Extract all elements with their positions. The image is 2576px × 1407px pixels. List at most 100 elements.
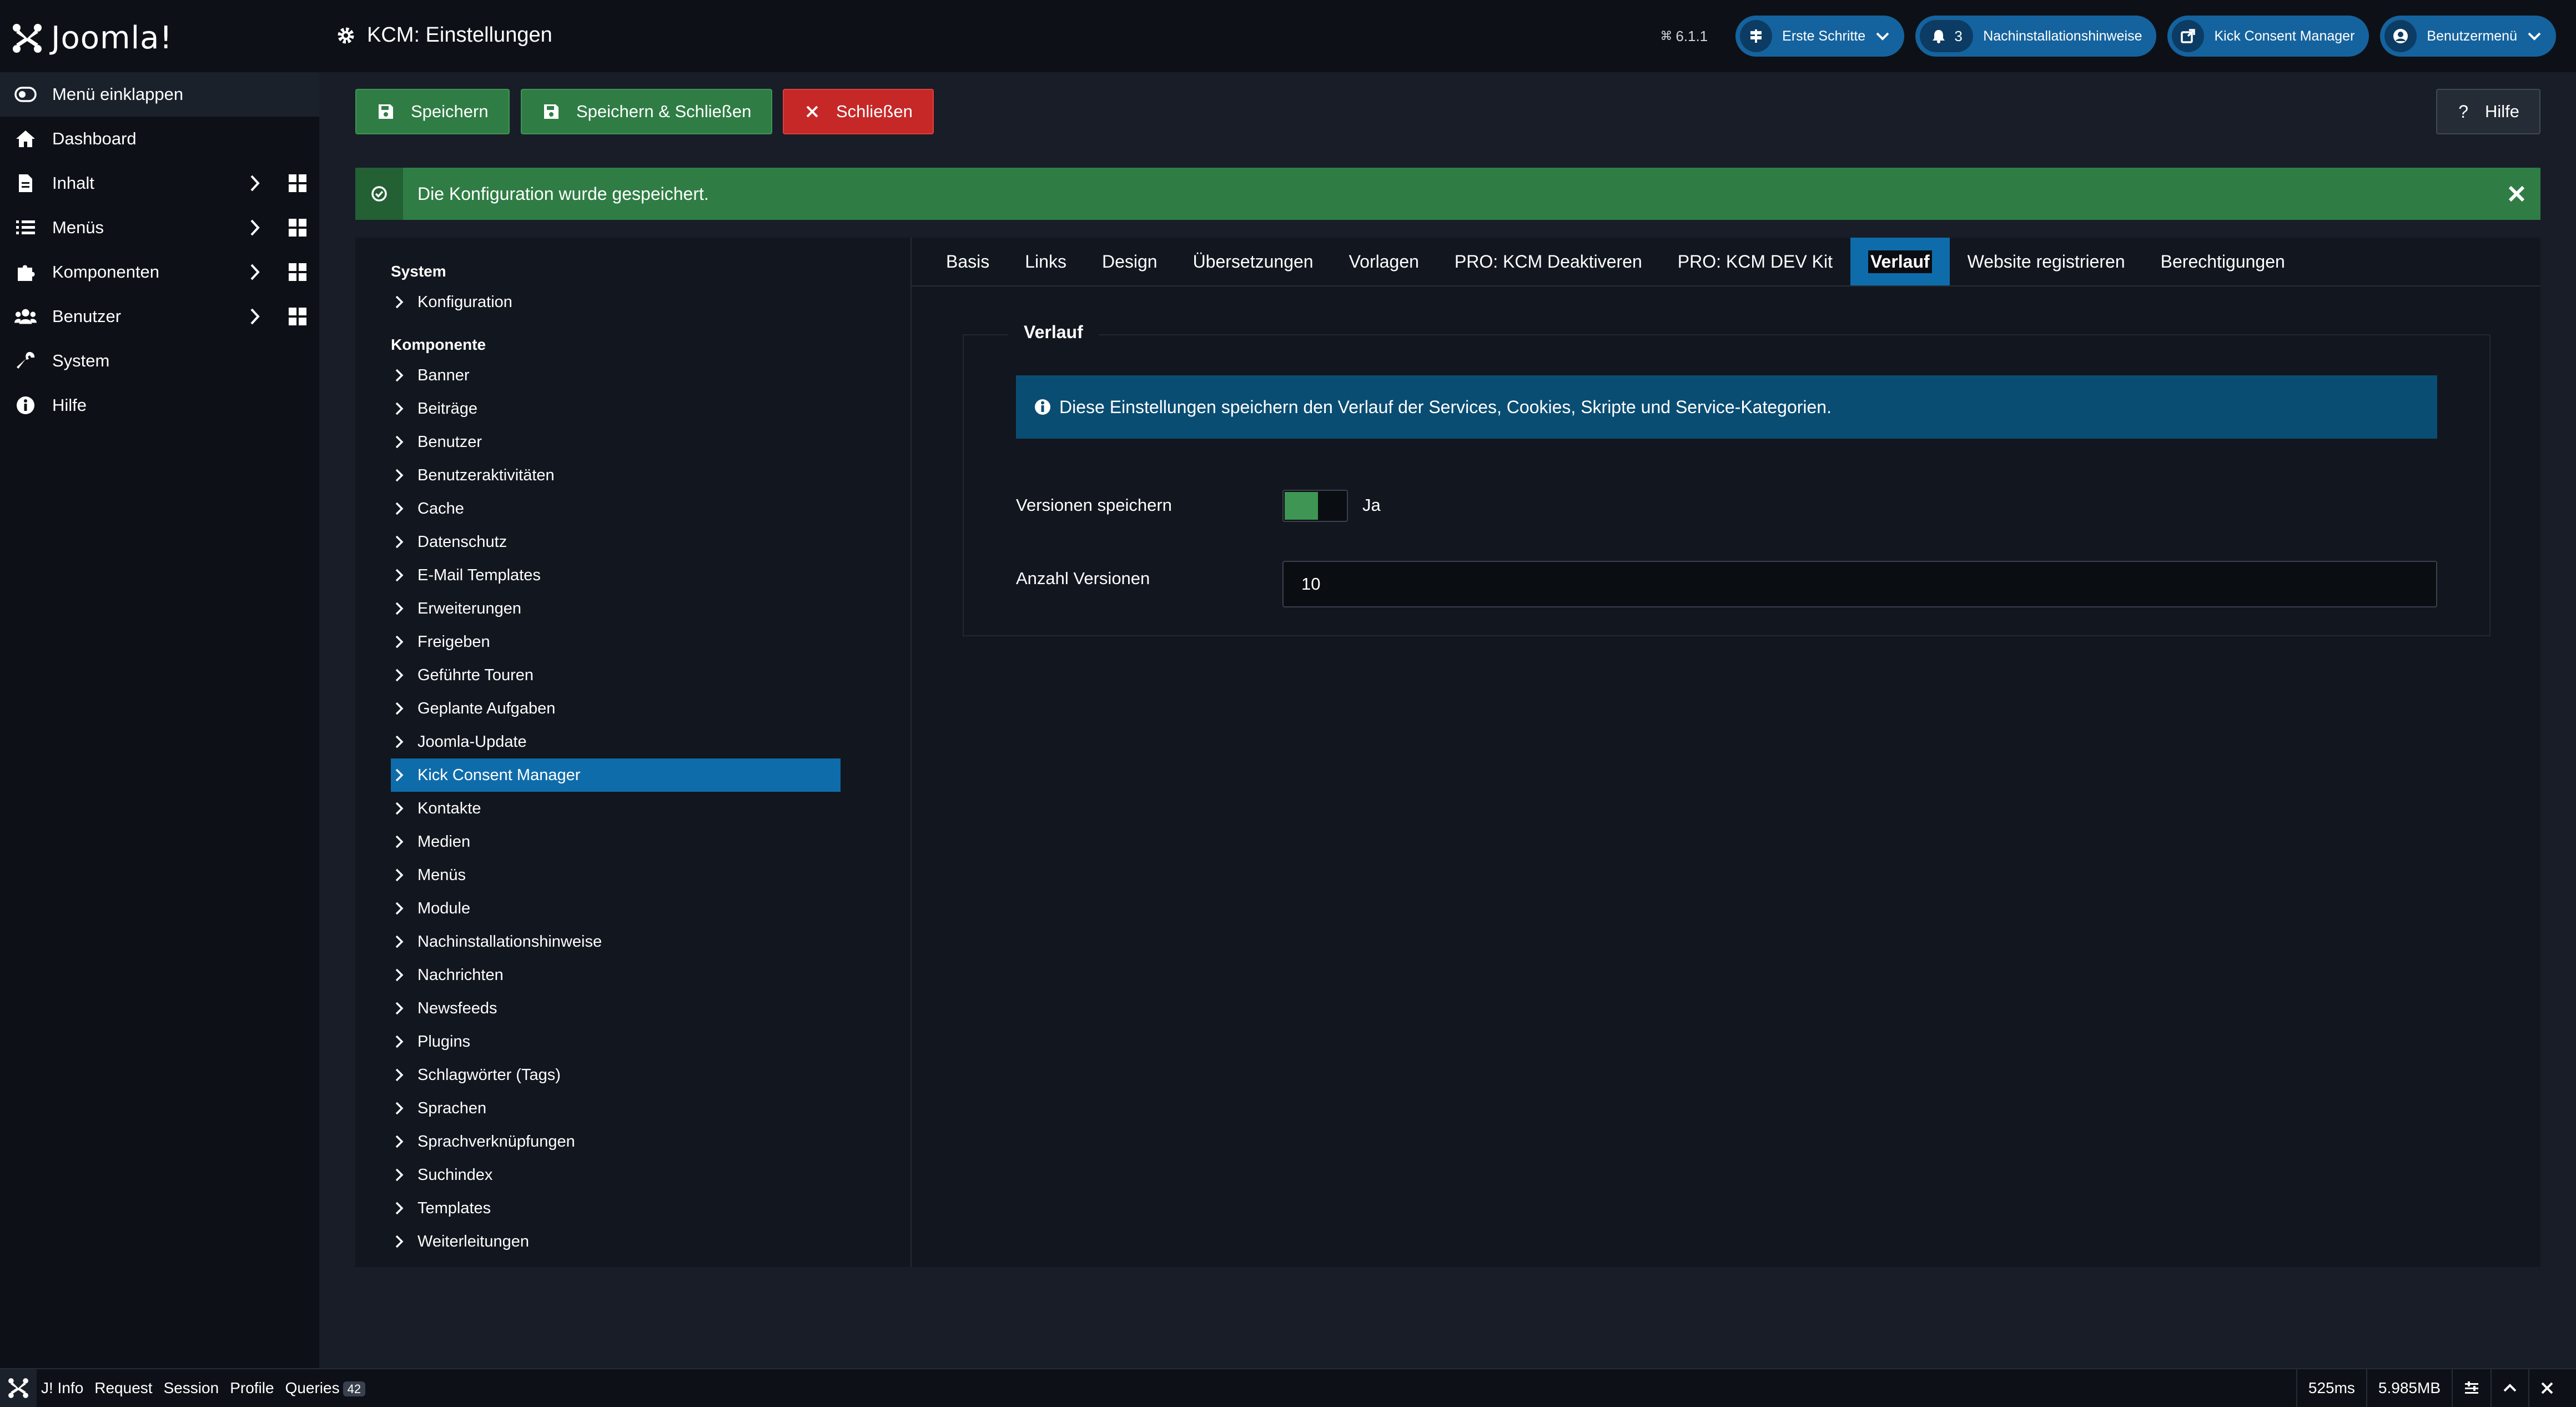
save-versions-label: Versionen speichern (1016, 495, 1172, 515)
grid-icon[interactable] (288, 262, 308, 282)
tree-item[interactable]: Suchindex (391, 1158, 841, 1192)
tab-links[interactable]: Links (1007, 238, 1084, 285)
tree-item[interactable]: Nachinstallationshinweise (391, 925, 841, 958)
sidebar-item-components[interactable]: Komponenten (0, 250, 319, 294)
tab-verlauf[interactable]: Verlauf (1850, 238, 1950, 285)
post-install-label: Nachinstallationshinweise (1983, 28, 2142, 44)
tab-website-registrieren[interactable]: Website registrieren (1950, 238, 2143, 285)
tree-item[interactable]: Menüs (391, 858, 841, 892)
tab-label: Basis (946, 251, 990, 272)
tree-item[interactable]: Nachrichten (391, 958, 841, 992)
getting-started-button[interactable]: Erste Schritte (1735, 16, 1905, 57)
tree-item[interactable]: Kick Consent Manager (391, 758, 841, 792)
external-link-icon (2172, 20, 2205, 52)
sidebar-item-help[interactable]: Hilfe (0, 383, 319, 428)
debug-tab-info[interactable]: J! Info (41, 1379, 83, 1397)
debug-settings-icon[interactable] (2452, 1369, 2491, 1407)
tab-übersetzungen[interactable]: Übersetzungen (1175, 238, 1331, 285)
chevron-right-icon (394, 1101, 411, 1116)
debug-expand-icon[interactable] (2491, 1369, 2528, 1407)
tree-item[interactable]: Joomla-Update (391, 725, 841, 758)
debug-joomla-icon[interactable] (0, 1369, 37, 1407)
tree-item[interactable]: Templates (391, 1192, 841, 1225)
debug-tab-queries[interactable]: Queries 42 (285, 1379, 366, 1397)
help-button-label: Hilfe (2484, 102, 2519, 121)
post-install-notifications-button[interactable]: 3 Nachinstallationshinweise (1915, 16, 2157, 57)
tree-item[interactable]: Schlagwörter (Tags) (391, 1058, 841, 1092)
tree-item[interactable]: Cache (391, 492, 841, 525)
chevron-right-icon (395, 935, 404, 948)
sidebar-item-system[interactable]: System (0, 339, 319, 383)
chevron-right-icon (394, 834, 411, 850)
tree-item[interactable]: Benutzer (391, 425, 841, 459)
tab-label: Links (1025, 251, 1066, 272)
save-button[interactable]: Speichern (355, 89, 510, 134)
tree-item-label: Newsfeeds (417, 999, 497, 1017)
help-button[interactable]: ? Hilfe (2436, 89, 2540, 134)
tree-item-label: Konfiguration (417, 293, 512, 311)
tree-item-label: Medien (417, 832, 471, 851)
tree-item[interactable]: Konfiguration (391, 285, 841, 319)
tree-item[interactable]: Newsfeeds (391, 992, 841, 1025)
grid-icon[interactable] (288, 218, 308, 238)
tab-basis[interactable]: Basis (928, 238, 1007, 285)
tree-item[interactable]: E-Mail Templates (391, 559, 841, 592)
success-alert: Die Konfiguration wurde gespeichert. (355, 168, 2540, 220)
tree-group-system: System (391, 263, 446, 280)
sidebar-item-menus[interactable]: Menüs (0, 205, 319, 250)
close-button[interactable]: Schließen (783, 89, 934, 134)
tree-item-label: Schlagwörter (Tags) (417, 1066, 561, 1084)
user-menu-button[interactable]: Benutzermenü (2380, 16, 2556, 57)
tree-item[interactable]: Plugins (391, 1025, 841, 1058)
debug-tab-profile[interactable]: Profile (230, 1379, 274, 1397)
tree-item[interactable]: Weiterleitungen (391, 1225, 841, 1258)
tree-item-label: Nachrichten (417, 966, 504, 984)
num-versions-label: Anzahl Versionen (1016, 569, 1150, 588)
tree-item[interactable]: Freigeben (391, 625, 841, 659)
tab-label: Website registrieren (1967, 251, 2125, 272)
save-close-button[interactable]: Speichern & Schließen (521, 89, 773, 134)
tree-item[interactable]: Benutzeraktivitäten (391, 459, 841, 492)
num-versions-input[interactable] (1282, 561, 2437, 607)
chevron-right-icon (394, 801, 411, 816)
tree-item[interactable]: Sprachverknüpfungen (391, 1125, 841, 1158)
wrench-icon (14, 350, 37, 372)
tree-item[interactable]: Sprachen (391, 1092, 841, 1125)
chevron-right-icon (394, 934, 411, 949)
sidebar-collapse-toggle[interactable]: Menü einklappen (0, 72, 319, 117)
kcm-site-link[interactable]: Kick Consent Manager (2167, 16, 2369, 57)
tree-item-label: Freigeben (417, 632, 490, 651)
file-icon (14, 172, 37, 194)
joomla-logo[interactable]: Joomla! (11, 20, 173, 56)
sidebar-item-users[interactable]: Benutzer (0, 294, 319, 339)
grid-icon[interactable] (288, 173, 308, 193)
debug-tab-request[interactable]: Request (94, 1379, 152, 1397)
tab-design[interactable]: Design (1084, 238, 1175, 285)
info-circle-icon (1035, 399, 1050, 415)
tree-item[interactable]: Module (391, 892, 841, 925)
puzzle-icon (14, 261, 37, 283)
tab-vorlagen[interactable]: Vorlagen (1331, 238, 1437, 285)
save-versions-switch[interactable] (1282, 490, 1348, 522)
alert-close-icon[interactable] (2507, 184, 2526, 203)
tree-item[interactable]: Beiträge (391, 392, 841, 425)
tree-item[interactable]: Medien (391, 825, 841, 858)
sidebar-item-content[interactable]: Inhalt (0, 161, 319, 205)
grid-icon[interactable] (288, 306, 308, 326)
tree-item[interactable]: Erweiterungen (391, 592, 841, 625)
tab-pro-kcm-dev-kit[interactable]: PRO: KCM DEV Kit (1660, 238, 1850, 285)
tab-berechtigungen[interactable]: Berechtigungen (2143, 238, 2303, 285)
tree-item[interactable]: Banner (391, 359, 841, 392)
tab-pro-kcm-deaktiveren[interactable]: PRO: KCM Deaktiveren (1437, 238, 1660, 285)
chevron-right-icon (394, 734, 411, 750)
debug-close-icon[interactable] (2528, 1369, 2565, 1407)
debug-tab-session[interactable]: Session (164, 1379, 219, 1397)
tree-item[interactable]: Geführte Touren (391, 659, 841, 692)
users-icon (14, 305, 37, 328)
sidebar-item-dashboard[interactable]: Dashboard (0, 117, 319, 161)
tree-item[interactable]: Geplante Aufgaben (391, 692, 841, 725)
tree-item[interactable]: Datenschutz (391, 525, 841, 559)
save-versions-value: Ja (1362, 495, 1381, 515)
tree-item[interactable]: Kontakte (391, 792, 841, 825)
save-button-label: Speichern (411, 102, 489, 121)
